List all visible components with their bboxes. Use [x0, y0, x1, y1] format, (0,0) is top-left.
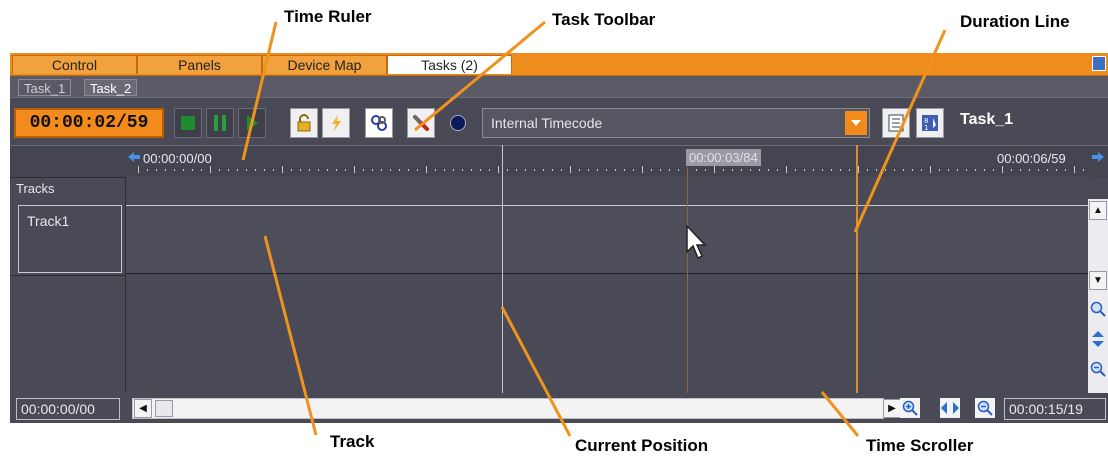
current-position-leader	[500, 306, 572, 437]
duration-line-leader	[853, 29, 947, 233]
time-scroller-leader	[820, 391, 860, 437]
callout-lines	[241, 20, 947, 437]
time-ruler-leader	[241, 21, 278, 161]
track-leader	[263, 235, 318, 436]
task-toolbar-leader	[414, 20, 546, 132]
